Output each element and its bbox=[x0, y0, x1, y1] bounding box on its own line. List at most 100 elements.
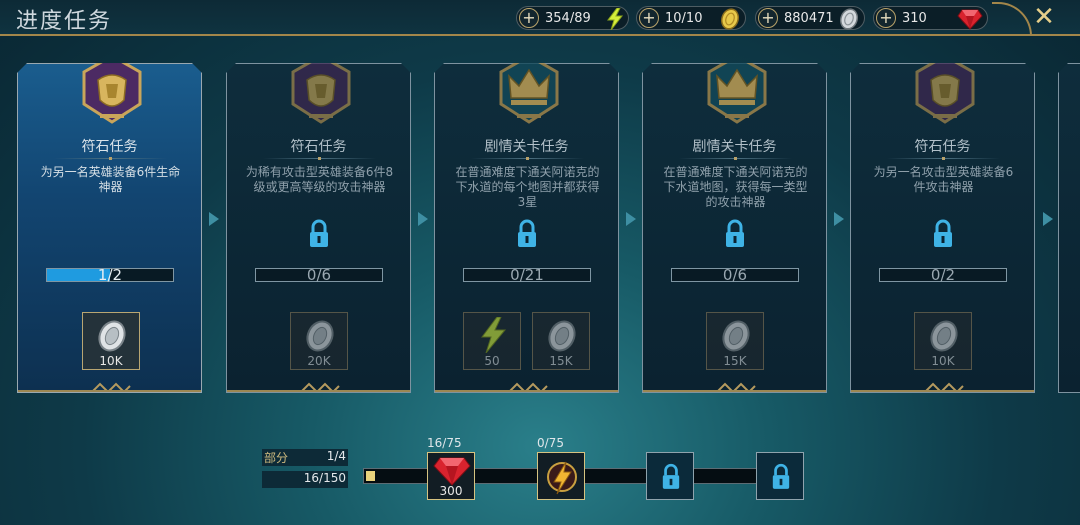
silver-coin-icon bbox=[930, 320, 958, 352]
progress-bar: 0/21 bbox=[463, 266, 591, 284]
card-title: 符石任务 bbox=[290, 139, 347, 155]
progress-bar: 0/2 bbox=[879, 266, 1007, 284]
progress-bar: 0/6 bbox=[255, 266, 383, 284]
reward-slot[interactable]: 20K bbox=[290, 312, 348, 370]
title-dot bbox=[109, 157, 112, 160]
currency-value: 354/89 bbox=[545, 10, 591, 26]
silver-coin-icon bbox=[548, 320, 576, 352]
task-card[interactable]: 符石任务 为稀有攻击型英雄装备6件8级或更高等级的攻击神器 0/6 20K bbox=[226, 63, 411, 393]
reward-amount: 15K bbox=[723, 354, 747, 368]
card-title: 符石任务 bbox=[81, 139, 138, 155]
add-silver-button[interactable]: + bbox=[758, 8, 778, 28]
card-description: 为稀有攻击型英雄装备6件8级或更高等级的攻击神器 bbox=[245, 165, 394, 194]
reward-amount: 10K bbox=[931, 354, 955, 368]
progress-text: 0/6 bbox=[306, 266, 332, 284]
card-title: 剧情关卡任务 bbox=[484, 139, 569, 155]
reward-amount: 20K bbox=[307, 354, 331, 368]
card-bottom-border bbox=[643, 390, 826, 392]
currency-value: 880471 bbox=[784, 10, 834, 26]
card-bottom-border bbox=[851, 390, 1034, 392]
progress-bar: 0/6 bbox=[671, 266, 799, 284]
lock-icon bbox=[662, 463, 680, 489]
top-bar: 进度任务 + 354/89 + 10/10 + 880471 + 310 ✕ bbox=[0, 0, 1080, 36]
milestone-locked[interactable] bbox=[756, 452, 804, 500]
armor-emblem-icon bbox=[82, 63, 142, 124]
progress-bar: 1/2 bbox=[46, 266, 174, 284]
lightning-icon bbox=[607, 8, 624, 30]
currency-value: 10/10 bbox=[665, 10, 703, 26]
currency-silver[interactable]: + 880471 bbox=[755, 6, 865, 30]
progress-text: 0/21 bbox=[510, 266, 544, 284]
lock-icon bbox=[726, 219, 744, 247]
reward-slot[interactable]: 15K bbox=[706, 312, 764, 370]
next-arrow-icon bbox=[418, 212, 428, 226]
lightning-icon bbox=[481, 317, 507, 353]
silver-coin-icon bbox=[839, 8, 859, 30]
progress-text: 1/2 bbox=[97, 266, 123, 284]
card-description: 在普通难度下通关阿诺克的下水道的每个地图并都获得3星 bbox=[455, 165, 600, 209]
task-card-partial[interactable] bbox=[1058, 63, 1080, 393]
next-arrow-icon bbox=[209, 212, 219, 226]
gold-coin-icon bbox=[720, 8, 740, 30]
next-arrow-icon bbox=[834, 212, 844, 226]
milestone-amount: 300 bbox=[439, 484, 463, 498]
add-energy-button[interactable]: + bbox=[519, 8, 539, 28]
armor-emblem-icon bbox=[915, 63, 975, 124]
silver-coin-icon bbox=[306, 320, 334, 352]
ruby-gem-icon bbox=[957, 9, 983, 30]
currency-gems[interactable]: + 310 bbox=[873, 6, 988, 30]
task-card[interactable]: 符石任务 为另一名英雄装备6件生命神器 1/2 10K bbox=[17, 63, 202, 393]
milestone-reward[interactable] bbox=[537, 452, 585, 500]
task-card[interactable]: 剧情关卡任务 在普通难度下通关阿诺克的下水道的每个地图并都获得3星 0/21 5… bbox=[434, 63, 619, 393]
header-ornament bbox=[992, 2, 1032, 36]
reward-slot[interactable]: 15K bbox=[532, 312, 590, 370]
card-description: 为另一名英雄装备6件生命神器 bbox=[40, 165, 181, 194]
reward-slot[interactable]: 50 bbox=[463, 312, 521, 370]
add-gold-button[interactable]: + bbox=[639, 8, 659, 28]
armor-emblem-icon bbox=[291, 63, 351, 124]
lock-icon bbox=[518, 219, 536, 247]
task-card[interactable]: 剧情关卡任务 在普通难度下通关阿诺克的下水道地图，获得每一类型的攻击神器 0/6… bbox=[642, 63, 827, 393]
section-label: 部分 bbox=[264, 451, 289, 465]
currency-energy[interactable]: + 354/89 bbox=[516, 6, 629, 30]
title-dot bbox=[942, 157, 945, 160]
title-dot bbox=[318, 157, 321, 160]
card-title: 剧情关卡任务 bbox=[692, 139, 777, 155]
task-card[interactable]: 符石任务 为另一名攻击型英雄装备6件攻击神器 0/2 10K bbox=[850, 63, 1035, 393]
artifact-icon bbox=[547, 461, 577, 495]
next-arrow-icon bbox=[626, 212, 636, 226]
reward-slot[interactable]: 10K bbox=[914, 312, 972, 370]
progress-text: 0/2 bbox=[930, 266, 956, 284]
points-value: 16/150 bbox=[303, 471, 346, 485]
milestone-locked[interactable] bbox=[646, 452, 694, 500]
milestone-label: 0/75 bbox=[537, 436, 564, 450]
milestone-reward[interactable]: 300 bbox=[427, 452, 475, 500]
title-dot bbox=[526, 157, 529, 160]
card-bottom-border bbox=[18, 390, 201, 392]
reward-amount: 10K bbox=[99, 354, 123, 368]
card-bottom-border bbox=[435, 390, 618, 392]
track-fill bbox=[366, 471, 375, 481]
card-description: 为另一名攻击型英雄装备6件攻击神器 bbox=[873, 165, 1014, 194]
reward-amount: 15K bbox=[549, 354, 573, 368]
reward-slot[interactable]: 10K bbox=[82, 312, 140, 370]
lock-icon bbox=[772, 463, 790, 489]
add-gems-button[interactable]: + bbox=[876, 8, 896, 28]
section-counter: 部分 1/4 bbox=[262, 449, 348, 466]
card-title: 符石任务 bbox=[914, 139, 971, 155]
milestone-label: 16/75 bbox=[427, 436, 462, 450]
next-arrow-icon bbox=[1043, 212, 1053, 226]
card-bottom-border bbox=[227, 390, 410, 392]
lock-icon bbox=[310, 219, 328, 247]
crown-emblem-icon bbox=[707, 63, 767, 124]
lock-icon bbox=[934, 219, 952, 247]
points-counter: 16/150 bbox=[262, 471, 348, 488]
reward-amount: 50 bbox=[484, 354, 500, 368]
currency-value: 310 bbox=[902, 10, 927, 26]
progress-text: 0/6 bbox=[722, 266, 748, 284]
close-button[interactable]: ✕ bbox=[1030, 3, 1058, 31]
card-description: 在普通难度下通关阿诺克的下水道地图，获得每一类型的攻击神器 bbox=[663, 165, 808, 209]
silver-coin-icon bbox=[722, 320, 750, 352]
currency-gold[interactable]: + 10/10 bbox=[636, 6, 746, 30]
section-count: 1/4 bbox=[326, 449, 346, 463]
